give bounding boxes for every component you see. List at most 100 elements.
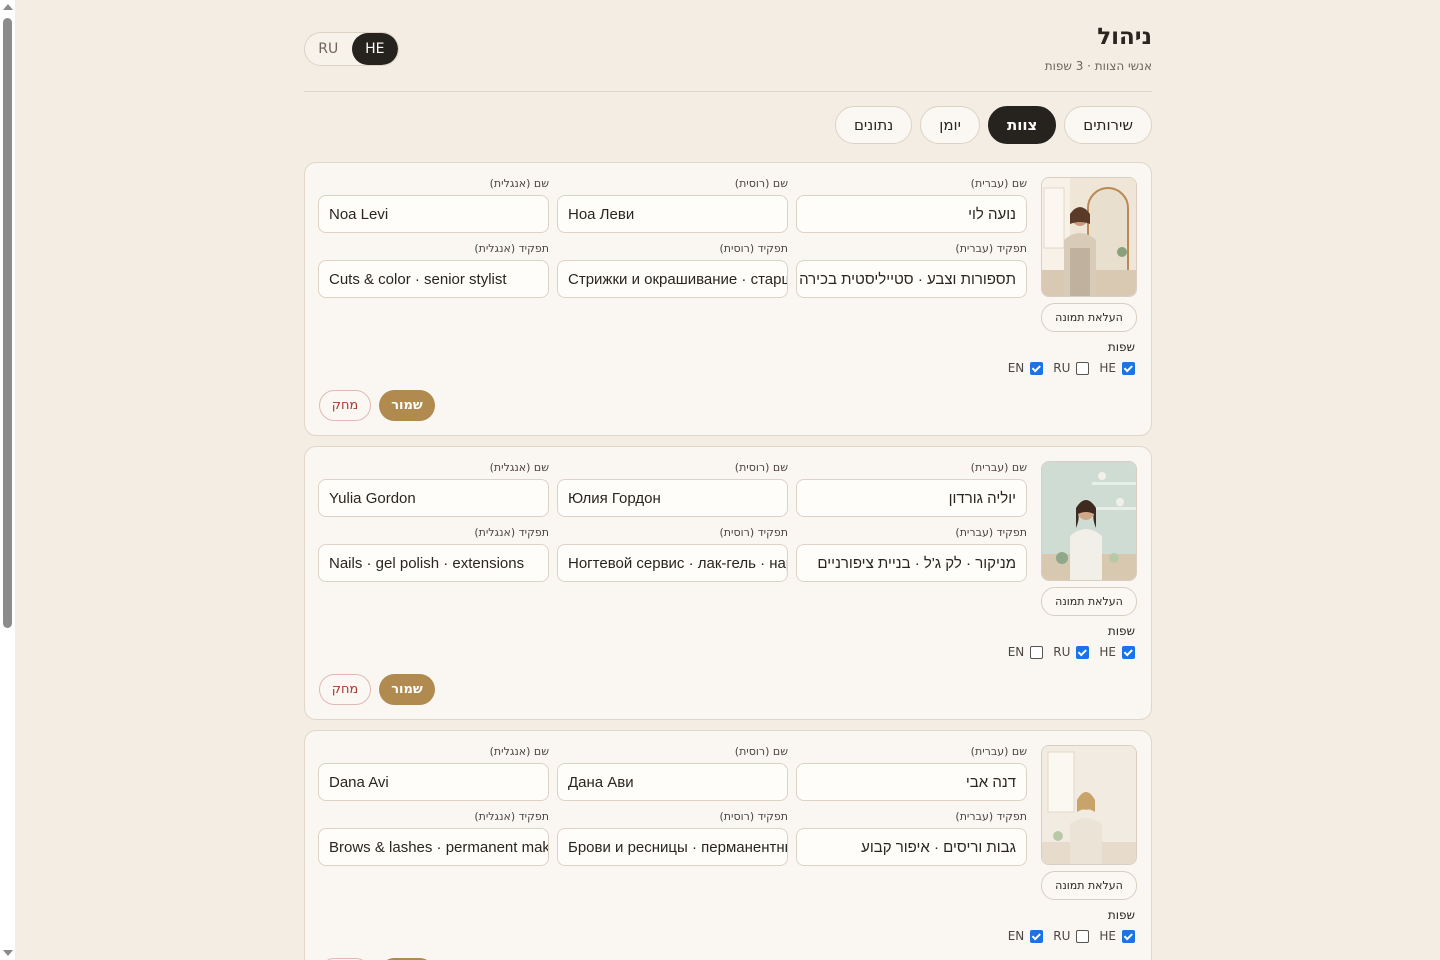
name-ru-field: שם (רוסית) Юлия Гордон (557, 461, 788, 517)
page-header: ניהול אנשי הצוות · 3 שפות RU HE (304, 22, 1152, 92)
save-button[interactable]: שמור (379, 674, 435, 705)
lang-check-he[interactable]: HE (1099, 645, 1135, 659)
name-he-input[interactable]: יוליה גורדון (796, 479, 1027, 517)
checkbox-ru[interactable] (1076, 645, 1090, 659)
lang-check-ru[interactable]: RU (1053, 929, 1090, 943)
checkbox-he[interactable] (1122, 361, 1135, 375)
role-ru-input[interactable]: Брови и ресницы · перманентный макияж (557, 828, 788, 866)
role-en-field: תפקיד (אנגלית) Nails · gel polish · exte… (318, 526, 549, 582)
lang-check-en[interactable]: EN (1008, 361, 1044, 375)
tab-staff[interactable]: צוות (987, 106, 1057, 144)
lang-ru-label: RU (1053, 929, 1071, 943)
scroll-thumb[interactable] (3, 18, 12, 628)
name-ru-label: שם (רוסית) (734, 745, 788, 758)
delete-button[interactable]: מחק (319, 390, 371, 421)
upload-photo-button[interactable]: העלאת תמונה (1041, 587, 1137, 616)
page-title: ניהול (1097, 24, 1152, 50)
staff-card: העלאת תמונה שפות HE RU EN שם (עברית) יול… (304, 446, 1152, 720)
lang-toggle-ru[interactable]: RU (305, 33, 352, 65)
role-he-input[interactable]: מניקור · לק ג'ל · בניית ציפורניים (796, 544, 1027, 582)
role-he-input[interactable]: גבות וריסים · איפור קבוע (796, 828, 1027, 866)
scroll-down-icon[interactable] (3, 950, 13, 956)
lang-check-he[interactable]: HE (1099, 361, 1135, 375)
name-en-input[interactable]: Yulia Gordon (318, 479, 549, 517)
name-he-field: שם (עברית) יוליה גורדון (796, 461, 1027, 517)
name-he-input[interactable]: דנה אבי (796, 763, 1027, 801)
role-he-label: תפקיד (עברית) (955, 526, 1027, 539)
checkbox-ru[interactable] (1076, 361, 1090, 375)
languages-label: שפות (1107, 340, 1135, 354)
page-subtitle: אנשי הצוות · 3 שפות (1044, 59, 1152, 73)
card-actions: מחק שמור (319, 390, 435, 421)
checkbox-he[interactable] (1122, 929, 1135, 943)
name-he-field: שם (עברית) נועה לוי (796, 177, 1027, 233)
tab-services[interactable]: שירותים (1064, 106, 1152, 144)
name-he-label: שם (עברית) (970, 177, 1027, 190)
role-en-input[interactable]: Nails · gel polish · extensions (318, 544, 549, 582)
name-en-input[interactable]: Noa Levi (318, 195, 549, 233)
lang-en-label: EN (1007, 361, 1025, 375)
upload-photo-button[interactable]: העלאת תמונה (1041, 871, 1137, 900)
role-he-field: תפקיד (עברית) תספורות וצבע · סטייליסטית … (796, 242, 1027, 298)
scroll-up-icon[interactable] (3, 4, 13, 10)
lang-he-label: HE (1099, 929, 1116, 943)
lang-toggle-he[interactable]: HE (351, 33, 398, 65)
role-ru-label: תפקיד (רוסית) (719, 526, 788, 539)
languages-checkboxes: HE RU EN (1008, 361, 1135, 375)
staff-photo (1041, 745, 1137, 865)
role-ru-input[interactable]: Стрижки и окрашивание · старший стилист (557, 260, 788, 298)
role-en-label: תפקיד (אנגלית) (474, 242, 549, 255)
save-button[interactable]: שמור (379, 390, 435, 421)
role-he-field: תפקיד (עברית) מניקור · לק ג'ל · בניית צי… (796, 526, 1027, 582)
name-ru-input[interactable]: Юлия Гордон (557, 479, 788, 517)
card-actions: מחק שמור (319, 674, 435, 705)
role-en-label: תפקיד (אנגלית) (474, 526, 549, 539)
checkbox-en[interactable] (1030, 361, 1044, 375)
checkbox-en[interactable] (1030, 929, 1044, 943)
name-ru-field: שם (רוסית) Дана Ави (557, 745, 788, 801)
name-en-label: שם (אנגלית) (489, 461, 549, 474)
staff-card: העלאת תמונה שפות HE RU EN שם (עברית) דנה… (304, 730, 1152, 960)
name-en-field: שם (אנגלית) Yulia Gordon (318, 461, 549, 517)
name-ru-input[interactable]: Дана Ави (557, 763, 788, 801)
lang-check-ru[interactable]: RU (1053, 361, 1090, 375)
delete-button[interactable]: מחק (319, 674, 371, 705)
tab-calendar[interactable]: יומן (920, 106, 980, 144)
lang-ru-label: RU (1053, 361, 1071, 375)
name-en-field: שם (אנגלית) Dana Avi (318, 745, 549, 801)
staff-card: העלאת תמונה שפות HE RU EN שם (עברית) נוע… (304, 162, 1152, 436)
role-ru-field: תפקיד (רוסית) Стрижки и окрашивание · ст… (557, 242, 788, 298)
name-he-input[interactable]: נועה לוי (796, 195, 1027, 233)
role-ru-input[interactable]: Ногтевой сервис · лак-гель · наращивание (557, 544, 788, 582)
name-en-field: שם (אנגלית) Noa Levi (318, 177, 549, 233)
lang-check-en[interactable]: EN (1008, 645, 1044, 659)
staff-photo (1041, 177, 1137, 297)
tab-bar: שירותים צוות יומן נתונים (834, 106, 1152, 144)
upload-photo-button[interactable]: העלאת תמונה (1041, 303, 1137, 332)
role-he-label: תפקיד (עברית) (955, 242, 1027, 255)
lang-check-en[interactable]: EN (1008, 929, 1044, 943)
checkbox-en[interactable] (1030, 645, 1044, 659)
lang-check-he[interactable]: HE (1099, 929, 1135, 943)
role-en-input[interactable]: Cuts & color · senior stylist (318, 260, 549, 298)
name-en-input[interactable]: Dana Avi (318, 763, 549, 801)
name-he-field: שם (עברית) דנה אבי (796, 745, 1027, 801)
lang-ru-label: RU (1053, 645, 1071, 659)
name-ru-input[interactable]: Ноа Леви (557, 195, 788, 233)
scrollbar[interactable] (0, 0, 15, 960)
role-en-field: תפקיד (אנגלית) Brows & lashes · permanen… (318, 810, 549, 866)
photo-column: העלאת תמונה (1041, 177, 1137, 332)
name-he-label: שם (עברית) (970, 745, 1027, 758)
tab-data[interactable]: נתונים (834, 106, 913, 144)
languages-label: שפות (1107, 624, 1135, 638)
languages-checkboxes: HE RU EN (1008, 929, 1135, 943)
role-he-input[interactable]: תספורות וצבע · סטייליסטית בכירה (796, 260, 1027, 298)
checkbox-he[interactable] (1122, 645, 1135, 659)
role-en-input[interactable]: Brows & lashes · permanent makeup (318, 828, 549, 866)
languages-checkboxes: HE RU EN (1008, 645, 1135, 659)
lang-check-ru[interactable]: RU (1053, 645, 1090, 659)
role-en-field: תפקיד (אנגלית) Cuts & color · senior sty… (318, 242, 549, 298)
photo-column: העלאת תמונה (1041, 745, 1137, 900)
role-ru-field: תפקיד (רוסית) Ногтевой сервис · лак-гель… (557, 526, 788, 582)
checkbox-ru[interactable] (1076, 929, 1090, 943)
